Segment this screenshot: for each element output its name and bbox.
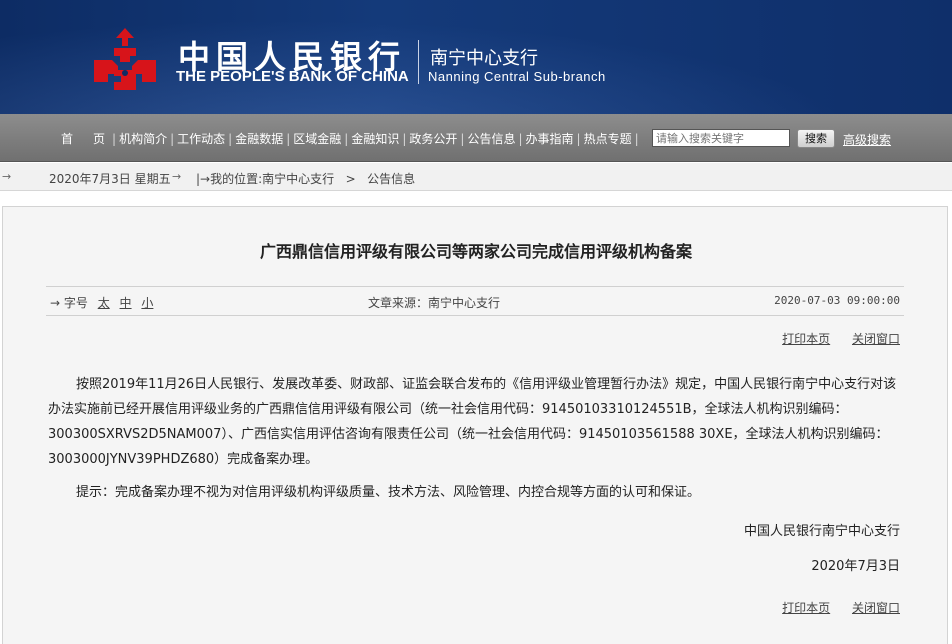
article-title: 广西鼎信信用评级有限公司等两家公司完成信用评级机构备案 bbox=[259, 242, 692, 261]
advanced-search-link[interactable]: 高级搜索 bbox=[843, 131, 891, 148]
pboc-emblem-icon bbox=[94, 28, 156, 90]
arrow-icon: → bbox=[2, 170, 12, 183]
nav-item-data[interactable]: 金融数据 bbox=[232, 130, 286, 147]
nav-item-guide[interactable]: 办事指南 bbox=[523, 130, 577, 147]
article-tools-top: 打印本页 关闭窗口 bbox=[764, 330, 900, 347]
arrow-icon: → bbox=[172, 170, 182, 183]
article-tools-bottom: 打印本页 关闭窗口 bbox=[764, 599, 900, 616]
font-size-small-link[interactable]: 小 bbox=[141, 296, 153, 310]
font-size-controls: → 字号 太 中 小 bbox=[50, 294, 159, 311]
print-page-link[interactable]: 打印本页 bbox=[782, 332, 830, 346]
breadcrumb: |→我的位置:南宁中心支行 > 公告信息 bbox=[196, 170, 415, 187]
article-body: 按照2019年11月26日人民银行、发展改革委、财政部、证监会联合发布的《信用评… bbox=[48, 372, 904, 505]
nav-item-topics[interactable]: 热点专题 bbox=[581, 130, 635, 147]
font-size-label: → 字号 bbox=[50, 296, 88, 310]
nav-item-announcements[interactable]: 公告信息 bbox=[464, 130, 518, 147]
breadcrumb-separator: > bbox=[345, 172, 356, 186]
nav-separator: | bbox=[634, 131, 639, 146]
branch-name-en: Nanning Central Sub-branch bbox=[428, 69, 606, 84]
close-window-link[interactable]: 关闭窗口 bbox=[852, 332, 900, 346]
article-meta-bar: → 字号 太 中 小 文章来源：南宁中心支行 2020-07-03 09:00:… bbox=[46, 286, 904, 316]
breadcrumb-site-link[interactable]: 南宁中心支行 bbox=[262, 172, 334, 186]
breadcrumb-section-link[interactable]: 公告信息 bbox=[367, 172, 415, 186]
nav-item-gov-affairs[interactable]: 政务公开 bbox=[406, 130, 460, 147]
font-size-medium-link[interactable]: 中 bbox=[120, 296, 132, 310]
current-date: 2020年7月3日 星期五 bbox=[49, 172, 171, 186]
header-divider bbox=[418, 40, 419, 84]
article-paragraph: 提示：完成备案办理不视为对信用评级机构评级质量、技术方法、风险管理、内控合规等方… bbox=[76, 485, 701, 500]
article-source: 文章来源：南宁中心支行 bbox=[368, 296, 501, 310]
brand-name-en: THE PEOPLE'S BANK OF CHINA bbox=[176, 68, 409, 85]
breadcrumb-prefix: |→我的位置: bbox=[196, 172, 263, 186]
nav-item-knowledge[interactable]: 金融知识 bbox=[348, 130, 402, 147]
close-window-link[interactable]: 关闭窗口 bbox=[852, 601, 900, 615]
search-input[interactable] bbox=[652, 129, 790, 147]
print-page-link[interactable]: 打印本页 bbox=[782, 601, 830, 615]
branch-name-cn: 南宁中心支行 bbox=[430, 48, 538, 69]
search-button[interactable]: 搜索 bbox=[797, 129, 835, 148]
article-signature: 中国人民银行南宁中心支行 bbox=[743, 524, 900, 539]
main-nav: 首页 | 机构简介 | 工作动态 | 金融数据 | 区域金融 | 金融知识 | … bbox=[58, 130, 639, 147]
nav-item-regional[interactable]: 区域金融 bbox=[290, 130, 344, 147]
article-sign-date: 2020年7月3日 bbox=[811, 559, 900, 574]
nav-item-news[interactable]: 工作动态 bbox=[174, 130, 228, 147]
publish-time: 2020-07-03 09:00:00 bbox=[774, 294, 900, 307]
font-size-large-link[interactable]: 太 bbox=[98, 296, 110, 310]
nav-item-about[interactable]: 机构简介 bbox=[116, 130, 170, 147]
site-header: 中国人民银行 THE PEOPLE'S BANK OF CHINA 南宁中心支行… bbox=[0, 0, 952, 114]
breadcrumb-bar: → 2020年7月3日 星期五 → |→我的位置:南宁中心支行 > 公告信息 bbox=[0, 163, 952, 191]
article-paragraph: 按照2019年11月26日人民银行、发展改革委、财政部、证监会联合发布的《信用评… bbox=[48, 377, 897, 467]
